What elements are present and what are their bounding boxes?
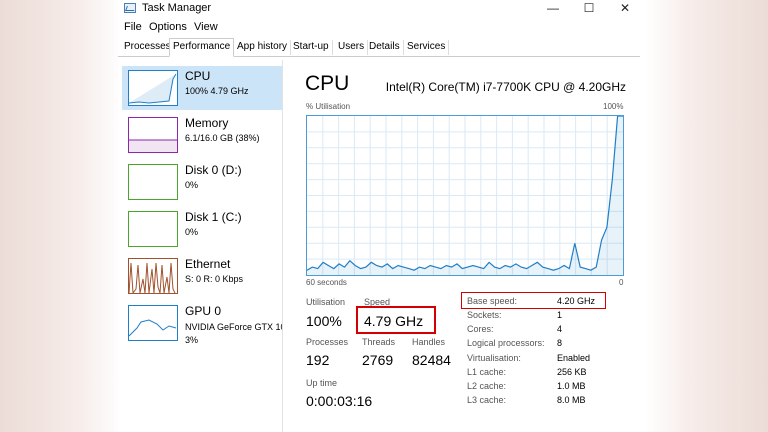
menu-options[interactable]: Options <box>149 21 187 33</box>
graph-y-min: 0 <box>619 278 624 287</box>
tab-start-up[interactable]: Start-up <box>290 40 333 55</box>
sidebar-item-label: Memory <box>185 116 229 130</box>
sidebar-item-detail: S: 0 R: 0 Kbps <box>185 274 244 284</box>
info-key: Base speed: <box>467 296 518 306</box>
utilisation-label: Utilisation <box>306 297 346 307</box>
info-value: 1 <box>557 310 563 320</box>
processes-label: Processes <box>306 337 349 347</box>
menu-file[interactable]: File <box>124 21 142 33</box>
tab-users[interactable]: Users <box>335 40 369 55</box>
info-key: Logical processors: <box>467 338 545 348</box>
disk-0-thumbnail-graph <box>128 164 178 200</box>
handles-label: Handles <box>412 337 446 347</box>
info-key: Cores: <box>467 324 494 334</box>
speed-value: 4.79 GHz <box>364 313 424 329</box>
sidebar-item-ethernet[interactable]: Ethernet S: 0 R: 0 Kbps <box>122 254 282 298</box>
info-value: 8.0 MB <box>557 395 586 405</box>
sidebar-item-cpu[interactable]: CPU 100% 4.79 GHz <box>122 66 282 110</box>
tab-app-history[interactable]: App history <box>234 40 292 55</box>
sidebar-item-detail: 0% <box>185 180 199 190</box>
sidebar-item-detail: 6.1/16.0 GB (38%) <box>185 133 260 143</box>
info-value: 4 <box>557 324 563 334</box>
title-bar: Task Manager — ☐ ✕ <box>118 0 640 18</box>
sidebar-item-label: Ethernet <box>185 257 231 271</box>
sidebar-item-label: CPU <box>185 69 211 83</box>
disk-1-thumbnail-graph <box>128 211 178 247</box>
sidebar-item-disk-0[interactable]: Disk 0 (D:) 0% <box>122 160 282 204</box>
info-value: 8 <box>557 338 563 348</box>
info-key: Sockets: <box>467 310 502 320</box>
info-key: L2 cache: <box>467 381 507 391</box>
sidebar-item-label: GPU 0 <box>185 304 222 318</box>
sidebar-item-gpu-0[interactable]: GPU 0 NVIDIA GeForce GTX 10 3% <box>122 301 286 351</box>
maximize-button[interactable]: ☐ <box>572 0 606 18</box>
task-manager-icon <box>124 3 136 13</box>
sidebar-item-detail: 100% 4.79 GHz <box>185 86 249 96</box>
uptime-label: Up time <box>306 378 338 388</box>
sidebar-item-memory[interactable]: Memory 6.1/16.0 GB (38%) <box>122 113 282 157</box>
task-manager-window: Task Manager — ☐ ✕ File Options View Pro… <box>118 0 640 432</box>
utilisation-value: 100% <box>306 313 342 329</box>
tab-performance[interactable]: Performance <box>169 38 235 57</box>
resource-sidebar: CPU 100% 4.79 GHz Memory 6.1/16.0 GB (38… <box>118 60 286 432</box>
info-value: 256 KB <box>557 367 587 377</box>
cpu-thumbnail-graph <box>128 70 178 106</box>
menu-view[interactable]: View <box>194 21 218 33</box>
graph-time-label: 60 seconds <box>306 278 347 287</box>
tab-details[interactable]: Details <box>366 40 404 55</box>
graph-y-label: % Utilisation <box>306 102 351 111</box>
memory-thumbnail-graph <box>128 117 178 153</box>
ethernet-thumbnail-graph <box>128 258 178 294</box>
page-title: CPU <box>305 72 350 95</box>
info-value: Enabled <box>557 353 591 363</box>
threads-value: 2769 <box>362 352 394 368</box>
gpu-0-thumbnail-graph <box>128 305 178 341</box>
tab-processes[interactable]: Processes <box>121 40 175 55</box>
tab-services[interactable]: Services <box>404 40 450 55</box>
cpu-detail-panel: CPU Intel(R) Core(TM) i7-7700K CPU @ 4.2… <box>283 60 640 432</box>
sidebar-item-label: Disk 1 (C:) <box>185 210 242 224</box>
sidebar-item-detail: NVIDIA GeForce GTX 10 <box>185 322 286 332</box>
sidebar-item-usage: 3% <box>185 335 199 345</box>
cpu-utilisation-graph <box>306 115 624 276</box>
info-value: 4.20 GHz <box>557 296 596 306</box>
info-key: L3 cache: <box>467 395 507 405</box>
cpu-graph-canvas <box>306 115 623 275</box>
threads-label: Threads <box>362 337 396 347</box>
sidebar-item-detail: 0% <box>185 227 199 237</box>
minimize-button[interactable]: — <box>536 0 570 18</box>
menu-bar: File Options View <box>118 19 640 35</box>
sidebar-item-label: Disk 0 (D:) <box>185 163 242 177</box>
uptime-value: 0:00:03:16 <box>306 393 373 409</box>
close-button[interactable]: ✕ <box>608 0 640 18</box>
info-value: 1.0 MB <box>557 381 586 391</box>
handles-value: 82484 <box>412 352 451 368</box>
window-title: Task Manager <box>142 2 212 14</box>
sidebar-item-disk-1[interactable]: Disk 1 (C:) 0% <box>122 207 282 251</box>
tab-bar: Processes Performance App history Start-… <box>118 38 640 57</box>
graph-y-max: 100% <box>603 102 624 111</box>
info-key: L1 cache: <box>467 367 507 377</box>
cpu-model-name: Intel(R) Core(TM) i7-7700K CPU @ 4.20GHz <box>385 80 626 94</box>
processes-value: 192 <box>306 352 330 368</box>
info-key: Virtualisation: <box>467 353 521 363</box>
